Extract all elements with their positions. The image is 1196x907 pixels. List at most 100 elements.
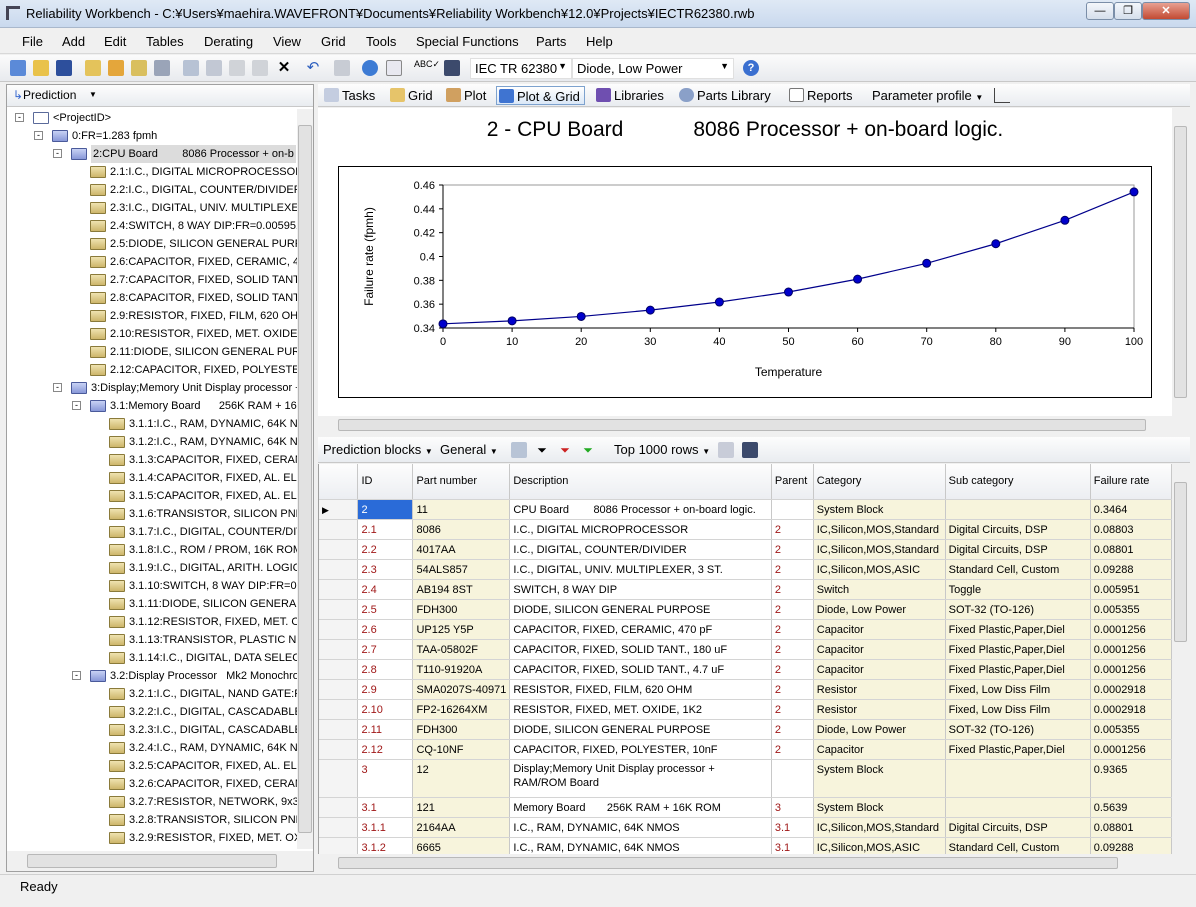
grid-cell[interactable]: 2 xyxy=(771,559,814,580)
tree-node[interactable]: 3.1.8:I.C., ROM / PROM, 16K ROM:F xyxy=(7,541,297,559)
grid-cell[interactable]: 2 xyxy=(771,619,814,640)
table-row[interactable]: 2.9 SMA0207S-40971 RESISTOR, FIXED, FILM, … xyxy=(319,679,1172,700)
tree-node[interactable]: - 2:CPU Board 8086 Processor + on-b xyxy=(7,145,297,163)
grid-cell[interactable]: 12 xyxy=(412,759,511,798)
grid-cell[interactable]: Fixed Plastic,Paper,Diel xyxy=(945,619,1091,640)
tab-parts-library[interactable]: Parts Library xyxy=(677,86,771,105)
grid-cell[interactable]: Digital Circuits, DSP xyxy=(945,539,1091,560)
column-header[interactable]: Part number xyxy=(412,464,511,500)
tree-node[interactable]: 3.1.6:TRANSISTOR, SILICON PNP:F xyxy=(7,505,297,523)
row-selector[interactable] xyxy=(319,559,359,580)
grid-cell[interactable]: 2 xyxy=(771,739,814,760)
scroll-thumb[interactable] xyxy=(298,125,312,833)
row-selector[interactable] xyxy=(319,539,359,560)
folder-icon[interactable] xyxy=(131,60,147,76)
grid-cell[interactable]: Fixed Plastic,Paper,Diel xyxy=(945,659,1091,680)
tree-node[interactable]: 3.1.3:CAPACITOR, FIXED, CERAMI xyxy=(7,451,297,469)
grid-cell[interactable]: 0.08801 xyxy=(1090,539,1172,560)
tree-node[interactable]: 3.1.11:DIODE, SILICON GENERAL F xyxy=(7,595,297,613)
prediction-blocks-dropdown[interactable]: Prediction blocks ▼ xyxy=(323,442,433,457)
grid-icon[interactable] xyxy=(154,60,170,76)
grid-cell[interactable]: 2.1 xyxy=(357,519,414,540)
row-selector[interactable] xyxy=(319,837,359,854)
grid-cell[interactable]: TAA-05802F xyxy=(412,639,511,660)
grid-cell[interactable]: Display;Memory Unit Display processor + … xyxy=(509,759,772,798)
grid-cell[interactable]: 54ALS857 xyxy=(412,559,511,580)
grid-cell[interactable]: Toggle xyxy=(945,579,1091,600)
calculate-icon[interactable] xyxy=(362,60,378,76)
tree-node[interactable]: 3.2.1:I.C., DIGITAL, NAND GATE:FF xyxy=(7,685,297,703)
tree-node[interactable]: 2.2:I.C., DIGITAL, COUNTER/DIVIDER:F xyxy=(7,181,297,199)
tree-horizontal-scrollbar[interactable] xyxy=(7,851,313,871)
grid-cell[interactable]: 3.1.2 xyxy=(357,837,414,854)
grid-cell[interactable]: Digital Circuits, DSP xyxy=(945,519,1091,540)
grid-cell[interactable]: 2.9 xyxy=(357,679,414,700)
hscroll-thumb[interactable] xyxy=(27,854,277,868)
grid-cell[interactable]: Resistor xyxy=(813,699,946,720)
grid-cell[interactable]: Switch xyxy=(813,579,946,600)
tree-node[interactable]: 3.2.8:TRANSISTOR, SILICON PNP:F xyxy=(7,811,297,829)
table-row[interactable]: 3.1 121 Memory Board 256K RAM + 16K ROM 3 Sy… xyxy=(319,797,1172,818)
tree-node[interactable]: 2.11:DIODE, SILICON GENERAL PURPO xyxy=(7,343,297,361)
close-button[interactable]: ✕ xyxy=(1142,2,1190,20)
tab-plot-grid[interactable]: Plot & Grid xyxy=(496,86,585,105)
row-selector[interactable] xyxy=(319,599,359,620)
table-row[interactable]: 3.1.1 2164AA I.C., RAM, DYNAMIC, 64K NMOS 3… xyxy=(319,817,1172,838)
grid-cell[interactable]: 4017AA xyxy=(412,539,511,560)
tree-node[interactable]: 2.7:CAPACITOR, FIXED, SOLID TANT., xyxy=(7,271,297,289)
grid-cell[interactable]: FDH300 xyxy=(412,719,511,740)
table-row[interactable]: ▶ 2 11 CPU Board 8086 Processor + on-board … xyxy=(319,499,1172,520)
grid-cell[interactable]: Capacitor xyxy=(813,619,946,640)
grid-cell[interactable]: Fixed Plastic,Paper,Diel xyxy=(945,739,1091,760)
column-header[interactable]: Parent xyxy=(771,464,814,500)
grid-cell[interactable]: 0.0001256 xyxy=(1090,659,1172,680)
tree-node[interactable]: 3.1.2:I.C., RAM, DYNAMIC, 64K NM xyxy=(7,433,297,451)
grid-cell[interactable]: RESISTOR, FIXED, MET. OXIDE, 1K2 xyxy=(509,699,772,720)
paste-icon[interactable] xyxy=(229,60,245,76)
tree-node[interactable]: 2.1:I.C., DIGITAL MICROPROCESSOR:F xyxy=(7,163,297,181)
table-row[interactable]: 2.8 T110-91920A CAPACITOR, FIXED, SOLID TA… xyxy=(319,659,1172,680)
tree-node[interactable]: - 3.1:Memory Board 256K RAM + 16 xyxy=(7,397,297,415)
collapse-icon[interactable]: - xyxy=(34,131,43,140)
grid-find-icon[interactable] xyxy=(742,442,758,458)
tree-node[interactable]: - 0:FR=1.283 fpmh xyxy=(7,127,297,145)
row-selector[interactable] xyxy=(319,719,359,740)
grid-cell[interactable]: Memory Board 256K RAM + 16K ROM xyxy=(509,797,772,818)
undo-icon[interactable]: ↶ xyxy=(305,60,321,76)
grid-cell[interactable]: 6665 xyxy=(412,837,511,854)
tree-node[interactable]: 2.10:RESISTOR, FIXED, MET. OXIDE, 1I xyxy=(7,325,297,343)
tree-node[interactable]: 3.1.4:CAPACITOR, FIXED, AL. ELE xyxy=(7,469,297,487)
grid-cell[interactable]: 3.1 xyxy=(357,797,414,818)
grid-cell[interactable]: 0.0001256 xyxy=(1090,619,1172,640)
grid-cell[interactable]: 2.2 xyxy=(357,539,414,560)
table-row[interactable]: 3 12 Display;Memory Unit Display processor… xyxy=(319,759,1172,798)
delete-icon[interactable]: ✕ xyxy=(276,60,292,76)
prediction-dropdown[interactable]: ↳ Prediction ▼ xyxy=(7,85,313,107)
menu-parts[interactable]: Parts xyxy=(536,34,566,49)
open-folder-icon[interactable] xyxy=(33,60,49,76)
tab-libraries[interactable]: Libraries xyxy=(594,86,664,105)
grid-cell[interactable]: 0.005355 xyxy=(1090,719,1172,740)
column-header[interactable]: Category xyxy=(813,464,946,500)
grid-cell[interactable]: 2 xyxy=(771,659,814,680)
grid-cell[interactable]: CAPACITOR, FIXED, CERAMIC, 470 pF xyxy=(509,619,772,640)
grid-cell[interactable]: DIODE, SILICON GENERAL PURPOSE xyxy=(509,599,772,620)
grid-cell[interactable]: 0.08803 xyxy=(1090,519,1172,540)
chart-hscroll-thumb[interactable] xyxy=(338,419,1146,431)
grid-cell[interactable]: CPU Board 8086 Processor + on-board logi… xyxy=(509,499,772,520)
tree-node[interactable]: 3.2.5:CAPACITOR, FIXED, AL. ELE xyxy=(7,757,297,775)
parameter-profile-dropdown[interactable]: Parameter profile ▼ xyxy=(852,86,983,105)
tree-node[interactable]: 2.4:SWITCH, 8 WAY DIP:FR=0.005951 xyxy=(7,217,297,235)
grid-cell[interactable]: 2 xyxy=(771,679,814,700)
tree-node[interactable]: 2.5:DIODE, SILICON GENERAL PURPOS xyxy=(7,235,297,253)
tree-node[interactable]: 2.6:CAPACITOR, FIXED, CERAMIC, 470 xyxy=(7,253,297,271)
new-icon[interactable] xyxy=(10,60,26,76)
row-selector[interactable] xyxy=(319,679,359,700)
grid-cell[interactable]: AB194 8ST xyxy=(412,579,511,600)
grid-cell[interactable] xyxy=(771,759,814,798)
properties-icon[interactable] xyxy=(334,60,350,76)
grid-cell[interactable]: 0.0002918 xyxy=(1090,699,1172,720)
grid-cell[interactable]: SWITCH, 8 WAY DIP xyxy=(509,579,772,600)
grid-cell[interactable]: 121 xyxy=(412,797,511,818)
grid-cell[interactable]: I.C., RAM, DYNAMIC, 64K NMOS xyxy=(509,817,772,838)
